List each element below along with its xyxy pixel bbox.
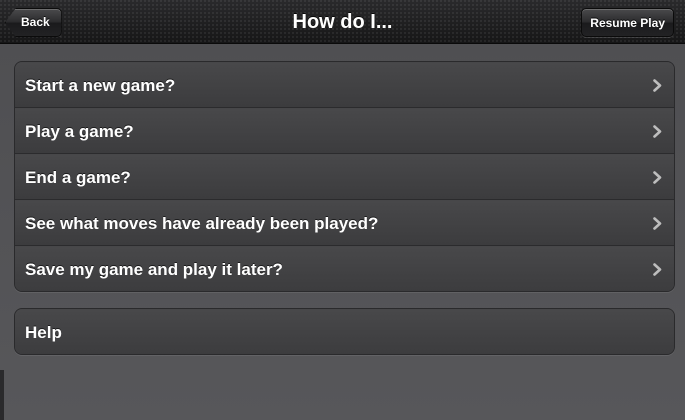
navigation-bar: Back How do I... Resume Play [0, 0, 685, 44]
help-item[interactable]: Help [15, 309, 674, 354]
list-item-start-new-game[interactable]: Start a new game? [15, 62, 674, 108]
resume-play-button[interactable]: Resume Play [581, 8, 674, 37]
list-item-save-game[interactable]: Save my game and play it later? [15, 246, 674, 291]
list-item-label: Start a new game? [25, 76, 176, 95]
edge-shadow [0, 370, 4, 420]
content-area: Start a new game? Play a game? End a gam… [0, 44, 685, 420]
help-group: Help [14, 308, 675, 355]
chevron-right-icon [653, 171, 662, 184]
list-item-label: End a game? [25, 168, 131, 187]
list-item-end-game[interactable]: End a game? [15, 154, 674, 200]
back-button-label: Back [21, 15, 50, 29]
chevron-right-icon [653, 125, 662, 138]
list-item-play-game[interactable]: Play a game? [15, 108, 674, 154]
chevron-right-icon [653, 79, 662, 92]
resume-play-label: Resume Play [590, 16, 665, 30]
questions-list: Start a new game? Play a game? End a gam… [14, 61, 675, 292]
back-button[interactable]: Back [5, 8, 62, 37]
list-item-label: Save my game and play it later? [25, 260, 283, 279]
chevron-right-icon [653, 217, 662, 230]
list-item-label: Play a game? [25, 122, 134, 141]
chevron-right-icon [653, 263, 662, 276]
list-item-see-moves[interactable]: See what moves have already been played? [15, 200, 674, 246]
list-item-label: See what moves have already been played? [25, 214, 379, 233]
help-label: Help [25, 323, 62, 342]
